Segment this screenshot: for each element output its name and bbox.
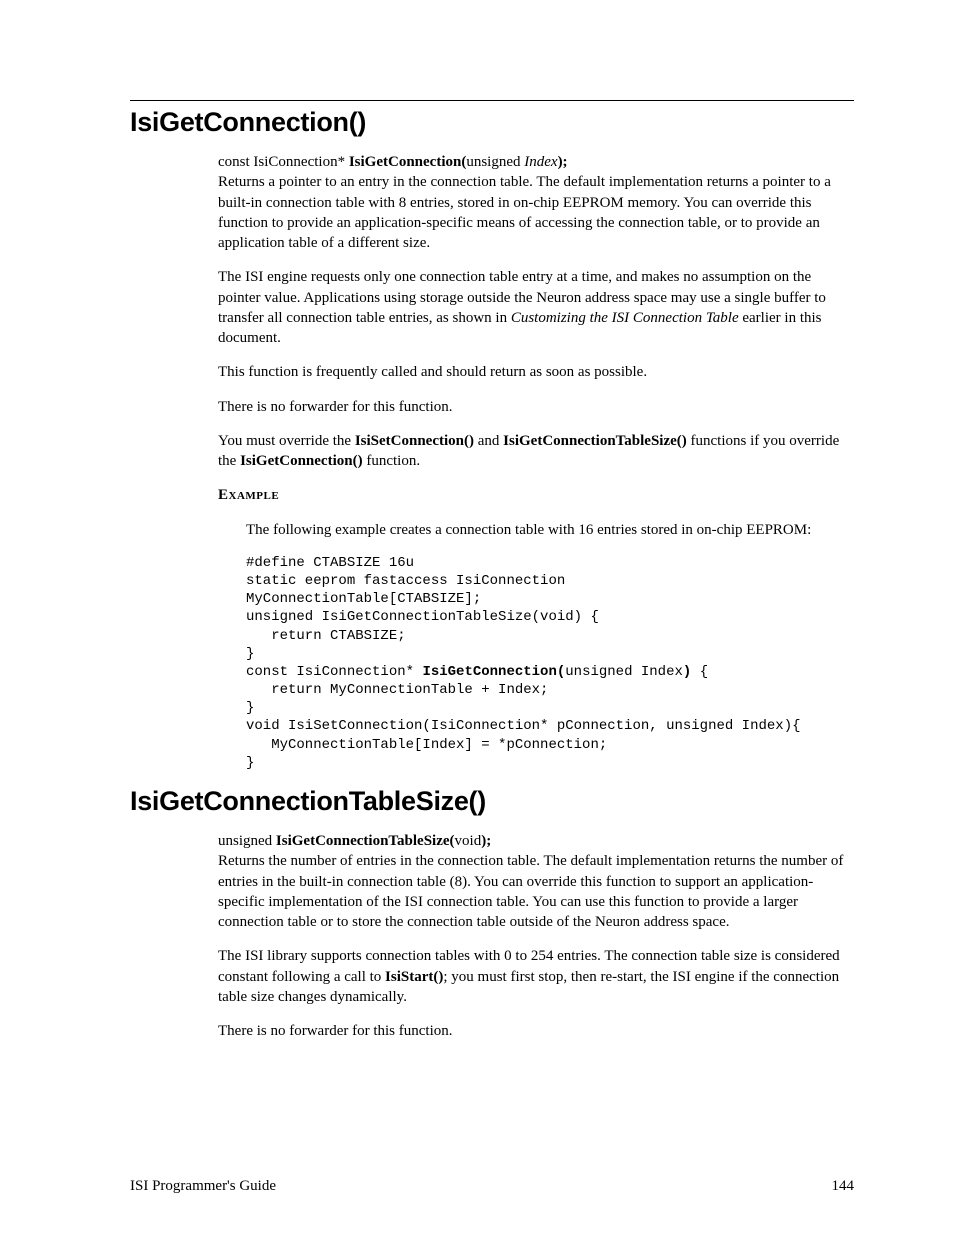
sig-param: Index (524, 154, 557, 170)
page-footer: ISI Programmer's Guide 144 (130, 1178, 854, 1195)
text-bold: IsiGetConnection() (240, 453, 363, 469)
para-isi-library: The ISI library supports connection tabl… (218, 946, 854, 1007)
example-label: Example (218, 485, 854, 505)
para-returns: Returns a pointer to an entry in the con… (218, 172, 854, 253)
text-bold: IsiSetConnection() (355, 433, 474, 449)
text: and (474, 433, 503, 449)
example-intro: The following example creates a connecti… (246, 520, 854, 540)
para-no-forwarder-2: There is no forwarder for this function. (218, 1021, 854, 1041)
sig-mid: unsigned (466, 154, 524, 170)
code-block: #define CTABSIZE 16u static eeprom fasta… (246, 554, 854, 772)
page: IsiGetConnection() const IsiConnection* … (0, 0, 954, 1235)
text-italic: Customizing the ISI Connection Table (511, 310, 739, 326)
example-block: The following example creates a connecti… (218, 520, 854, 540)
section1-content: const IsiConnection* IsiGetConnection(un… (218, 152, 854, 772)
sig-pre: const IsiConnection* (218, 154, 349, 170)
text-bold: IsiStart() (385, 969, 443, 985)
sig-name: IsiGetConnection( (349, 154, 467, 170)
sig-post: ); (481, 833, 491, 849)
para-frequently-called: This function is frequently called and s… (218, 362, 854, 382)
sig-post: ); (558, 154, 568, 170)
text: function. (363, 453, 421, 469)
function-signature-2: unsigned IsiGetConnectionTableSize(void)… (218, 833, 491, 849)
heading-isigetconnectiontablesize: IsiGetConnectionTableSize() (130, 786, 854, 817)
para-returns-2: Returns the number of entries in the con… (218, 851, 854, 932)
para-must-override: You must override the IsiSetConnection()… (218, 431, 854, 472)
section2-content: unsigned IsiGetConnectionTableSize(void)… (218, 831, 854, 1041)
sig-mid: void (455, 833, 482, 849)
function-signature: const IsiConnection* IsiGetConnection(un… (218, 154, 568, 170)
footer-page-number: 144 (832, 1178, 855, 1195)
text: You must override the (218, 433, 355, 449)
sig-name: IsiGetConnectionTableSize( (276, 833, 455, 849)
para-no-forwarder: There is no forwarder for this function. (218, 397, 854, 417)
footer-left: ISI Programmer's Guide (130, 1178, 276, 1195)
text-bold: IsiGetConnectionTableSize() (503, 433, 687, 449)
para-isi-engine: The ISI engine requests only one connect… (218, 267, 854, 348)
sig-pre: unsigned (218, 833, 276, 849)
heading-isigetconnection: IsiGetConnection() (130, 107, 854, 138)
horizontal-rule (130, 100, 854, 101)
